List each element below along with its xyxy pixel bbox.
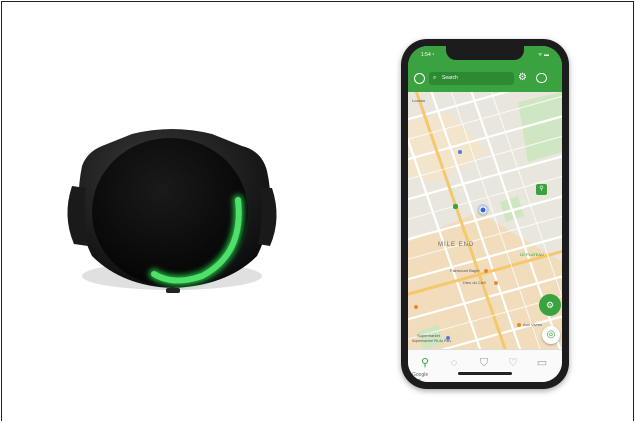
map-label-fairmount: Fairmount Bagel — [450, 268, 480, 273]
map-label-lozeau: Lozeau — [412, 98, 426, 103]
tab-bar: ⚲ ◌ ⛉ ♡ ▭ — [408, 349, 562, 382]
map-marker[interactable] — [453, 204, 458, 209]
tab-security[interactable]: ⛉ — [477, 356, 491, 370]
map-label-dieu: Dieu du Ciel! — [463, 280, 486, 285]
gear-icon[interactable]: ⚙ — [518, 71, 527, 85]
map-label-aux-vivres: Aux Vivres — [523, 322, 543, 327]
tab-light[interactable]: ◌ — [447, 356, 461, 370]
tab-messages[interactable]: ▭ — [535, 356, 549, 370]
status-indicators: ᯤ ▬ — [538, 52, 549, 58]
status-time: 1:54 ⁴ — [421, 52, 435, 58]
tab-map[interactable]: ⚲ — [418, 356, 432, 370]
phone-notch — [446, 46, 524, 60]
map-label-mile-end: MILE END — [438, 242, 475, 248]
map-label-plateau: LE PLATEAU — [520, 252, 544, 257]
tab-favorites[interactable]: ♡ — [506, 356, 520, 370]
map-attribution: Google — [412, 372, 429, 378]
smartphone: 1:54 ⁴ ᯤ ▬ ⌕ Search ⚙ Lozeau MILE END Fa… — [401, 39, 569, 389]
map-streets — [408, 75, 562, 373]
map-view[interactable]: Lozeau MILE END Fairmount Bagel Dieu du … — [408, 75, 562, 382]
phone-screen: 1:54 ⁴ ᯤ ▬ ⌕ Search ⚙ Lozeau MILE END Fa… — [408, 46, 562, 382]
home-indicator — [458, 372, 512, 375]
bike-station-pin[interactable]: ⚲ — [536, 184, 547, 195]
search-icon: ⌕ — [433, 75, 437, 81]
logout-icon[interactable] — [536, 73, 547, 83]
help-marker[interactable]: ? — [412, 379, 421, 382]
bike-light-illustration — [67, 129, 277, 293]
app-bar: ⌕ Search ⚙ — [408, 66, 562, 92]
search-input[interactable]: ⌕ Search — [429, 72, 514, 85]
bike-light-device — [62, 126, 282, 301]
map-label-supermarket: Supermarket — [417, 333, 440, 338]
avatar-icon[interactable] — [414, 73, 425, 84]
search-placeholder: Search — [442, 75, 458, 81]
map-label-supermarche: Supermarché PA du Parc — [412, 339, 452, 343]
bike-fab-button[interactable]: ⚙ — [539, 294, 561, 316]
locate-button[interactable]: ◎ — [542, 326, 560, 344]
